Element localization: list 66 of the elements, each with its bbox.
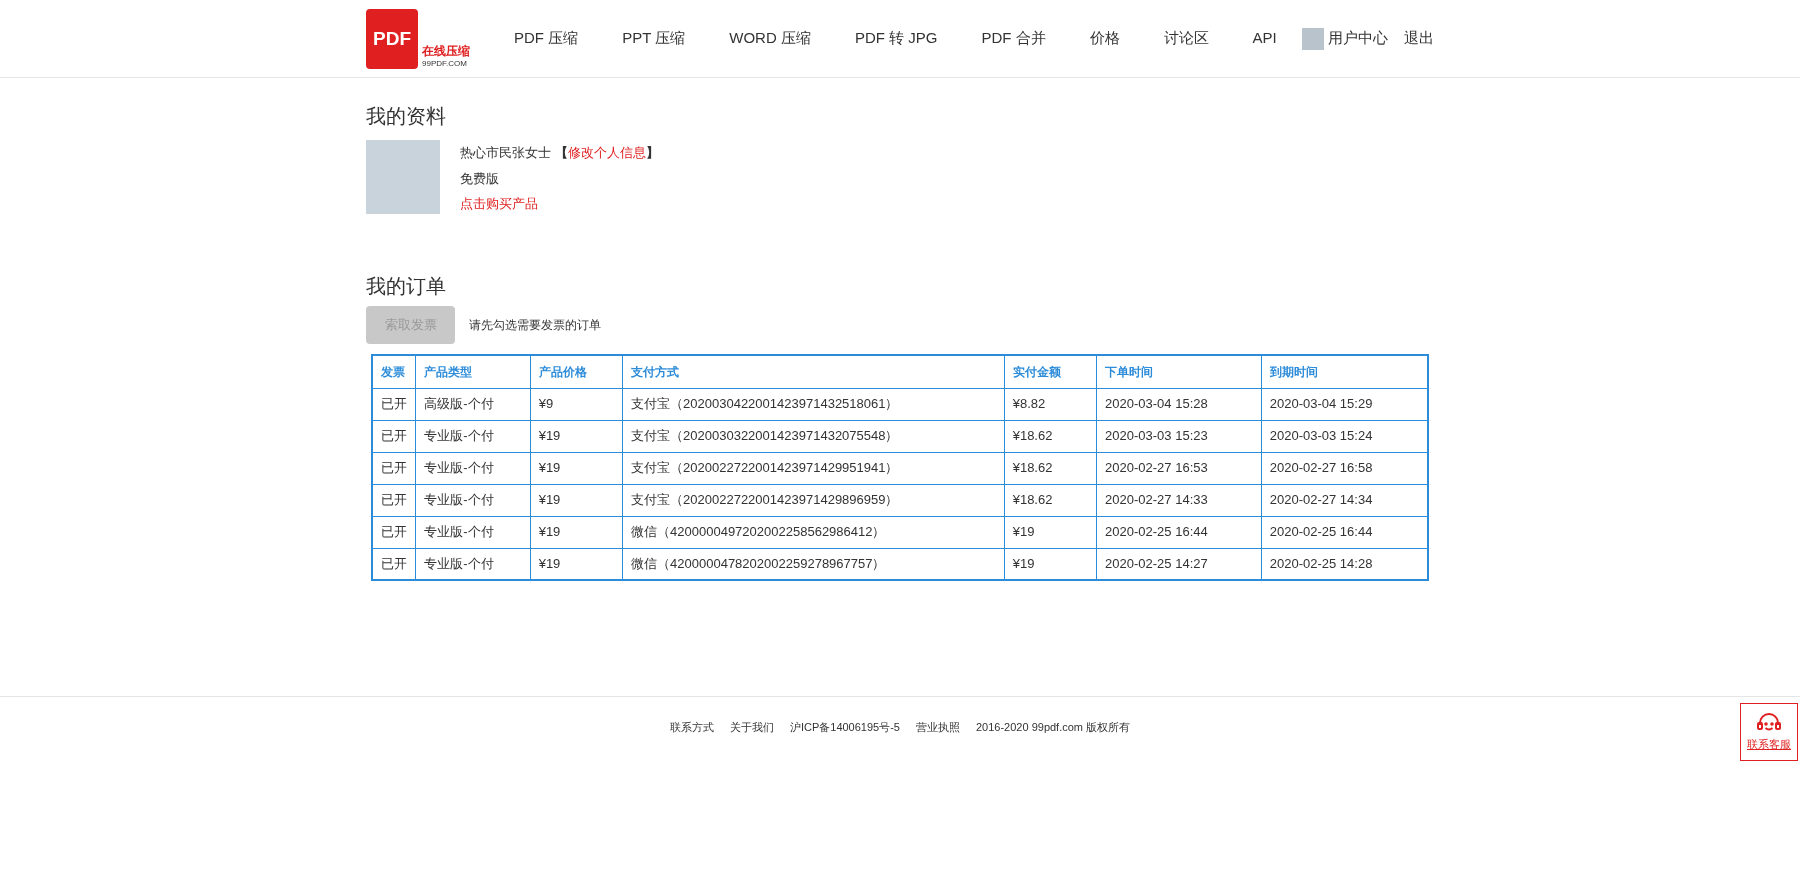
nav-link[interactable]: PDF 合并 — [981, 27, 1046, 50]
footer-link[interactable]: 关于我们 — [729, 719, 774, 736]
hint-text: 请先勾选需要发票的订单 — [469, 317, 601, 334]
section-title: 我的资料 — [366, 106, 447, 126]
nav-link[interactable]: 价格 — [1089, 27, 1120, 50]
table-cell: 专业版-个付 — [415, 516, 531, 548]
user-avatar-photo — [1302, 27, 1324, 50]
plan-label: 免费版 — [460, 169, 500, 188]
table-cell: 2020-03-03 15:23 — [1096, 420, 1262, 452]
table-cell: 专业版-个付 — [415, 484, 531, 516]
table-cell: ¥19 — [1004, 516, 1097, 548]
logout-link[interactable]: 退出 — [1404, 27, 1434, 50]
logo[interactable]: PDF 在线压缩 99PDF.COM — [366, 8, 478, 69]
table-cell: ¥18.62 — [1004, 420, 1097, 452]
nav-link[interactable]: WORD 压缩 — [729, 27, 811, 50]
buy-product-link[interactable]: 点击购买产品 — [460, 194, 538, 214]
user-name: 热心市民张女士 — [460, 144, 551, 162]
edit-profile-link[interactable]: 修改个人信息 — [568, 143, 646, 163]
table-cell: 微信（4200000497202002258562986412） — [622, 516, 1005, 548]
footer-link[interactable]: 联系方式 — [669, 719, 714, 736]
table-cell: 2020-02-27 16:53 — [1096, 452, 1262, 484]
table-cell: 已开 — [372, 420, 416, 452]
table-cell: 支付宝（2020022722001423971429896959） — [622, 484, 1005, 516]
table-cell: 专业版-个付 — [415, 420, 531, 452]
table-cell: 高级版-个付 — [415, 388, 531, 420]
bracket-text: 】 — [646, 144, 659, 162]
table-cell: 已开 — [372, 516, 416, 548]
table-cell: 支付宝（2020022722001423971429951941） — [622, 452, 1005, 484]
nav-link[interactable]: PPT 压缩 — [622, 27, 686, 50]
footer-link[interactable]: 沪ICP备14006195号-5 — [789, 719, 900, 736]
table-cell: ¥9 — [530, 388, 623, 420]
table-cell: 已开 — [372, 388, 416, 420]
table-cell: 已开 — [372, 484, 416, 516]
table-cell: 2020-03-04 15:28 — [1096, 388, 1262, 420]
section-title: 我的订单 — [366, 276, 447, 296]
column-header: 支付方式 — [622, 355, 1005, 388]
table-cell: 支付宝（2020030422001423971432518061） — [622, 388, 1005, 420]
table-cell: 支付宝（2020030322001423971432075548） — [622, 420, 1005, 452]
table-cell: 专业版-个付 — [415, 452, 531, 484]
column-header: 产品类型 — [415, 355, 531, 388]
table-cell: ¥19 — [530, 484, 623, 516]
column-header: 发票 — [372, 355, 416, 388]
customer-service-button[interactable]: 联系客服 — [1740, 703, 1798, 761]
table-cell: 2020-02-25 16:44 — [1096, 516, 1262, 548]
logo-domain: 99PDF.COM — [422, 58, 468, 69]
user-center-link[interactable]: 用户中心 — [1328, 27, 1388, 50]
footer-link[interactable]: 营业执照 — [916, 719, 960, 736]
table-cell: ¥18.62 — [1004, 452, 1097, 484]
logo-tagline: 在线压缩 — [422, 43, 470, 59]
table-cell: ¥8.82 — [1004, 388, 1097, 420]
nav-link[interactable]: PDF 压缩 — [514, 27, 579, 50]
table-cell: ¥19 — [530, 452, 623, 484]
nav-link[interactable]: API — [1252, 27, 1277, 50]
footer-link[interactable]: 2016-2020 99pdf.com 版权所有 — [976, 719, 1131, 736]
table-cell: 已开 — [372, 452, 416, 484]
table-cell: ¥19 — [530, 516, 623, 548]
nav-link[interactable]: 讨论区 — [1163, 27, 1209, 50]
column-header: 产品价格 — [530, 355, 623, 388]
column-header: 实付金额 — [1004, 355, 1097, 388]
table-cell: 2020-02-27 14:33 — [1096, 484, 1262, 516]
nav-link[interactable]: PDF 转 JPG — [854, 27, 938, 50]
table-cell: ¥18.62 — [1004, 484, 1097, 516]
logo-mark: PDF — [373, 29, 411, 48]
bracket-text: 【 — [555, 144, 568, 162]
column-header: 下单时间 — [1096, 355, 1262, 388]
table-cell: ¥19 — [530, 420, 623, 452]
